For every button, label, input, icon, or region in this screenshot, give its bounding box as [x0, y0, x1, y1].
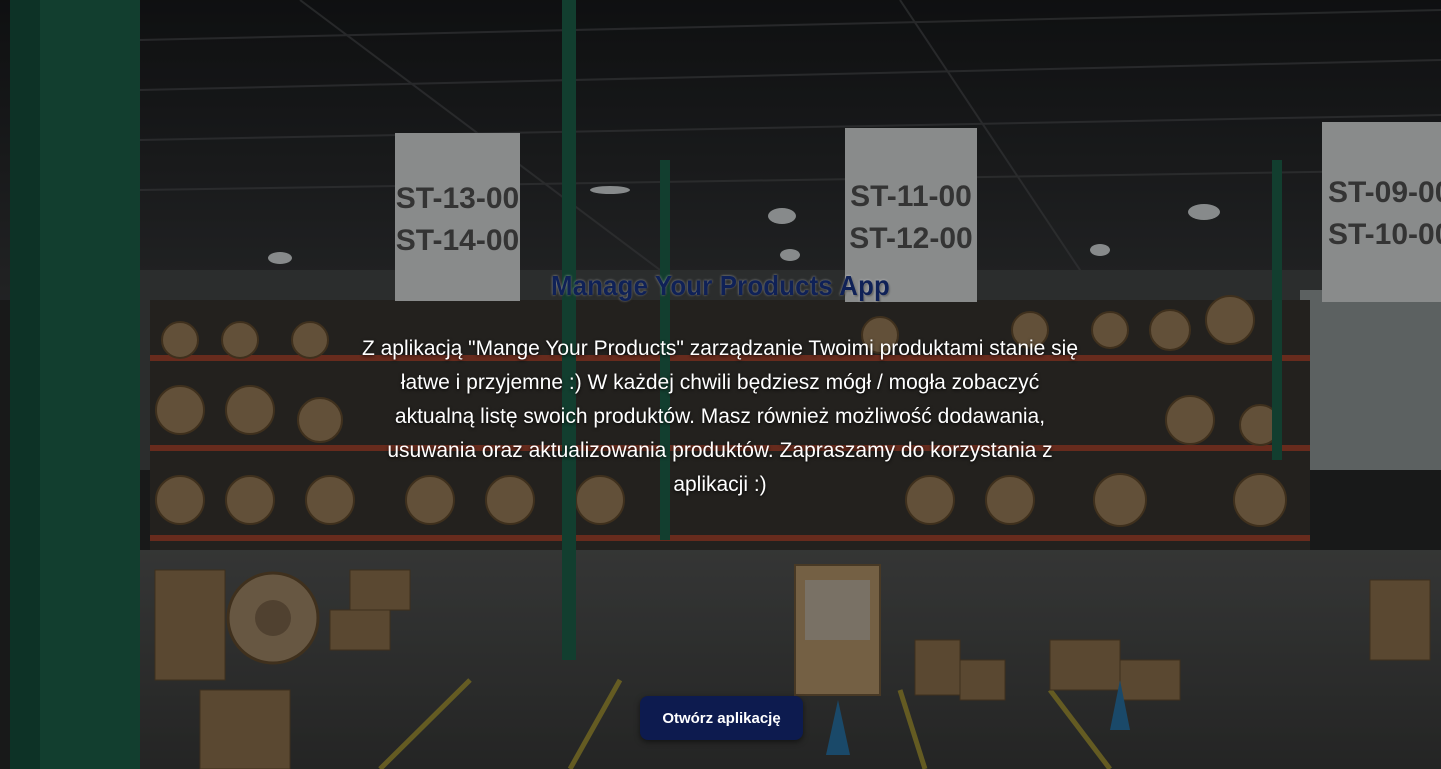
hero-section: ST-13-00 ST-14-00 ST-11-00 ST-12-00 ST-0… — [0, 0, 1441, 769]
page-title: Manage Your Products App — [551, 270, 890, 301]
hero-content: Manage Your Products App Z aplikacją "Ma… — [0, 0, 1441, 769]
hero-description: Z aplikacją "Mange Your Products" zarząd… — [361, 337, 1079, 496]
open-app-button[interactable]: Otwórz aplikację — [640, 696, 803, 740]
